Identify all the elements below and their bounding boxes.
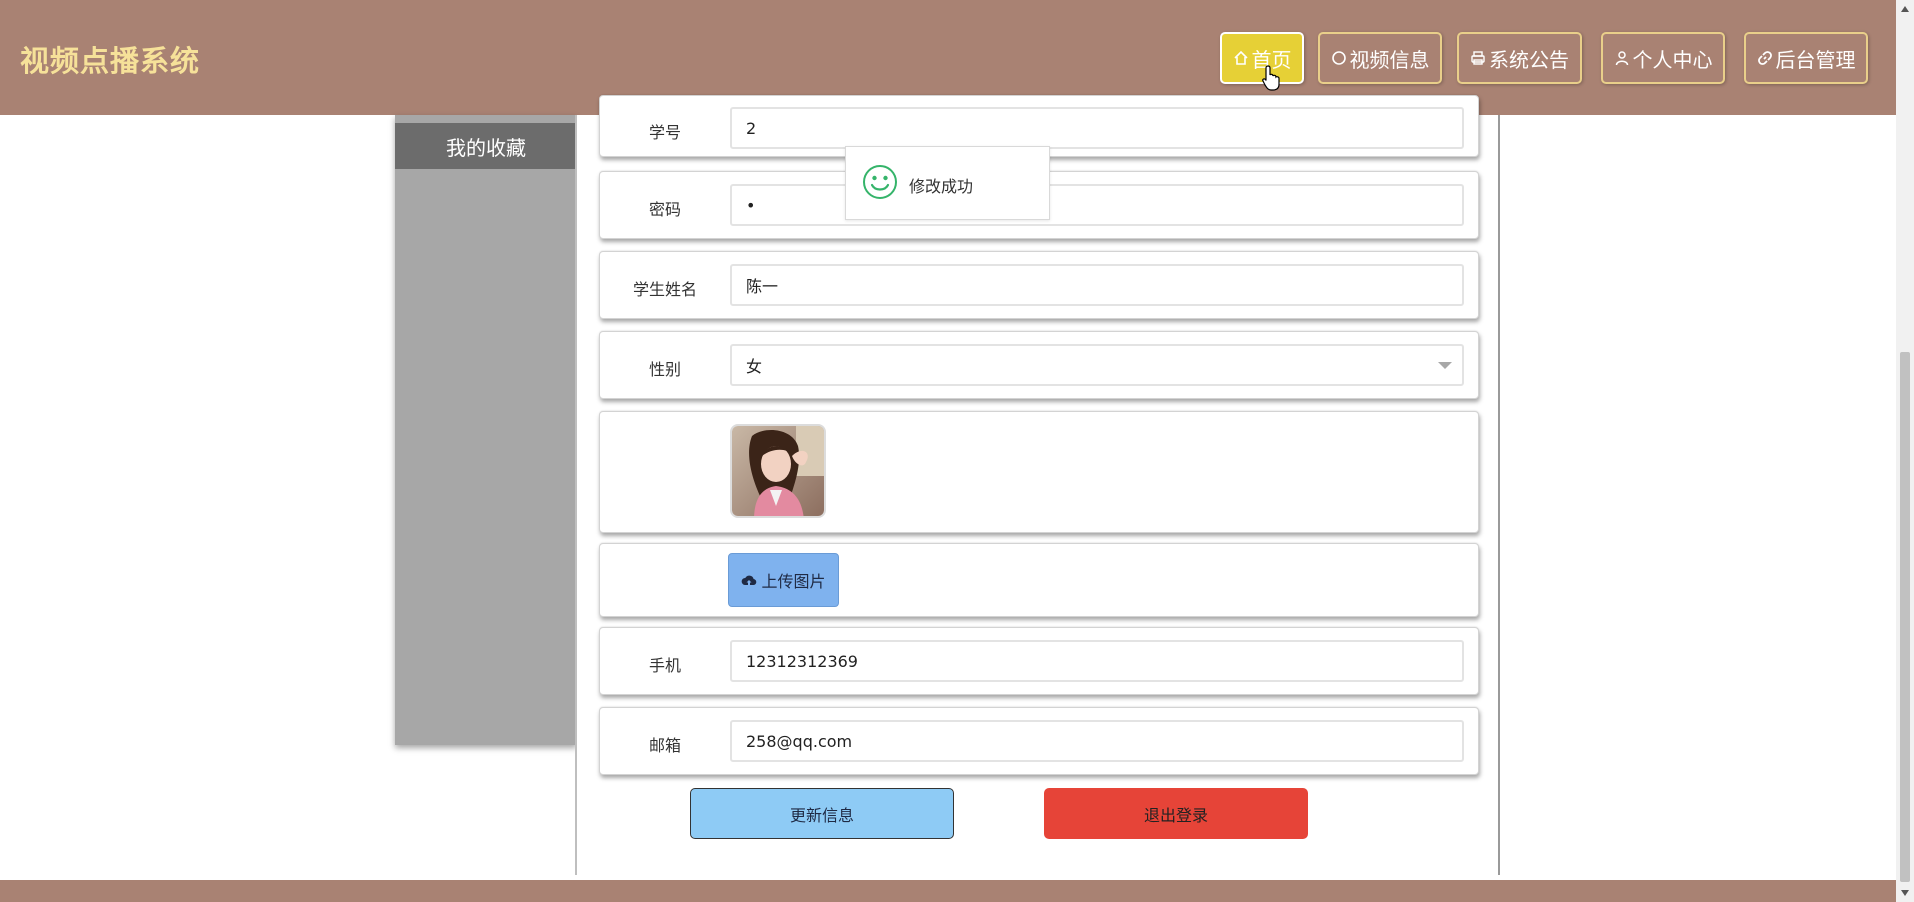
nav-label: 系统公告: [1489, 47, 1569, 72]
scroll-down-arrow-icon[interactable]: [1901, 890, 1909, 896]
nav-videos[interactable]: 视频信息: [1318, 32, 1442, 84]
user-icon: [1615, 51, 1628, 66]
profile-form: 学号 2 密码 • 学生姓名 陈一 性别 女 上传图片 手机 123123123…: [575, 95, 1500, 875]
upload-image-button[interactable]: 上传图片: [728, 553, 839, 607]
site-title: 视频点播系统: [20, 44, 201, 78]
password-label: 密码: [648, 200, 681, 219]
logout-button[interactable]: 退出登录: [1044, 788, 1308, 839]
nav-announcements[interactable]: 系统公告: [1457, 32, 1582, 84]
gender-label: 性别: [648, 360, 681, 379]
form-row-name: 学生姓名 陈一: [599, 251, 1479, 319]
phone-input[interactable]: 12312312369: [730, 640, 1464, 682]
student-id-input[interactable]: 2: [730, 107, 1464, 149]
site-footer: [0, 880, 1896, 902]
nav-label: 视频信息: [1349, 47, 1430, 72]
sidebar: 我的收藏: [395, 115, 577, 745]
cloud-upload-icon: [742, 575, 757, 586]
smile-icon: [863, 165, 897, 199]
page-scrollbar[interactable]: [1896, 0, 1914, 902]
upload-button-label: 上传图片: [761, 572, 826, 591]
avatar-image: [730, 424, 826, 518]
scroll-up-arrow-icon[interactable]: [1901, 6, 1909, 12]
sidebar-item-favorites[interactable]: 我的收藏: [395, 123, 577, 169]
hand-cursor-icon: [1262, 65, 1280, 91]
name-input[interactable]: 陈一: [730, 264, 1464, 306]
nav-admin[interactable]: 后台管理: [1744, 32, 1868, 84]
home-icon: [1233, 50, 1248, 65]
form-row-phone: 手机 12312312369: [599, 627, 1479, 695]
gender-select[interactable]: 女: [730, 344, 1464, 386]
circle-icon: [1331, 51, 1346, 65]
nav-profile[interactable]: 个人中心: [1601, 32, 1725, 84]
link-icon: [1757, 51, 1772, 65]
form-row-avatar: [599, 411, 1479, 533]
update-info-button[interactable]: 更新信息: [690, 788, 954, 839]
phone-label: 手机: [648, 656, 681, 675]
name-label: 学生姓名: [632, 280, 697, 299]
password-input[interactable]: •: [730, 184, 1464, 226]
gender-value: 女: [746, 357, 763, 376]
printer-icon: [1471, 51, 1485, 65]
email-input[interactable]: 258@qq.com: [730, 720, 1464, 762]
scroll-thumb[interactable]: [1900, 352, 1910, 882]
success-toast: 修改成功: [845, 146, 1050, 220]
chevron-down-icon: [1438, 362, 1452, 369]
nav-label: 后台管理: [1775, 47, 1856, 72]
nav-label: 个人中心: [1632, 47, 1713, 72]
form-row-upload: 上传图片: [599, 543, 1479, 617]
form-row-email: 邮箱 258@qq.com: [599, 707, 1479, 775]
email-label: 邮箱: [648, 736, 681, 755]
student-id-label: 学号: [648, 123, 681, 142]
form-row-gender: 性别 女: [599, 331, 1479, 399]
toast-message: 修改成功: [909, 177, 974, 196]
